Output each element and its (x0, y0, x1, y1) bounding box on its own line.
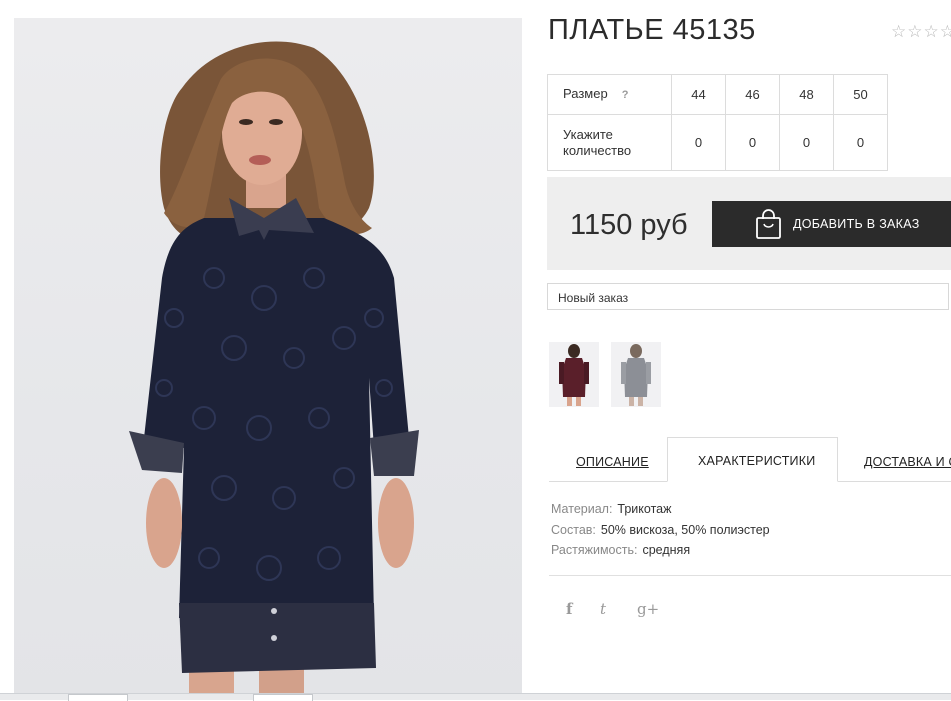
size-50: 50 (833, 74, 888, 115)
spec-stretch: Растяжимость: средняя (551, 543, 690, 557)
shopping-bag-icon (755, 209, 782, 242)
quantity-row: Укажите количество 0 0 0 0 (547, 114, 888, 171)
spec-stretch-key: Растяжимость: (551, 543, 638, 557)
price: 1150 руб (570, 209, 688, 241)
size-44: 44 (671, 74, 726, 115)
taskbar-tab[interactable] (253, 694, 313, 701)
quantity-input-48[interactable]: 0 (779, 114, 834, 171)
social-divider (549, 575, 951, 576)
spec-material: Материал: Трикотаж (551, 502, 671, 516)
twitter-icon[interactable]: t (600, 600, 606, 618)
spec-composition: Состав: 50% вискоза, 50% полиэстер (551, 523, 770, 537)
thumbnail-burgundy[interactable] (549, 342, 599, 407)
spec-composition-value: 50% вискоза, 50% полиэстер (600, 523, 770, 537)
thumbnail-grey[interactable] (611, 342, 661, 407)
quantity-input-46[interactable]: 0 (725, 114, 780, 171)
product-main-image[interactable] (14, 18, 522, 699)
facebook-icon[interactable]: f (566, 600, 572, 618)
size-quantity-table: Размер? 44 46 48 50 Укажите количество 0… (547, 74, 888, 171)
size-row: Размер? 44 46 48 50 (547, 74, 888, 115)
quantity-label: Укажите количество (547, 114, 672, 171)
tab-characteristics-label: ХАРАКТЕРИСТИКИ (698, 454, 816, 468)
add-to-order-label: ДОБАВИТЬ В ЗАКАЗ (793, 217, 920, 231)
taskbar-tab[interactable] (68, 694, 128, 701)
tab-delivery[interactable]: ДОСТАВКА И О (864, 455, 951, 469)
rating-stars-icon[interactable]: ☆☆☆☆ (891, 22, 951, 42)
tab-characteristics[interactable]: ХАРАКТЕРИСТИКИ (667, 437, 838, 482)
size-label-cell: Размер? (547, 74, 672, 115)
quantity-input-44[interactable]: 0 (671, 114, 726, 171)
size-46: 46 (725, 74, 780, 115)
order-select-value: Новый заказ (558, 291, 629, 305)
size-label: Размер (563, 86, 608, 101)
spec-material-key: Материал: (551, 502, 613, 516)
googleplus-icon[interactable]: g+ (637, 600, 659, 618)
add-to-order-button[interactable]: ДОБАВИТЬ В ЗАКАЗ (712, 201, 951, 247)
product-title: ПЛАТЬЕ 45135 (548, 14, 756, 46)
quantity-input-50[interactable]: 0 (833, 114, 888, 171)
spec-material-value: Трикотаж (617, 502, 672, 516)
spec-composition-key: Состав: (551, 523, 596, 537)
tab-description[interactable]: ОПИСАНИЕ (576, 455, 649, 469)
spec-stretch-value: средняя (642, 543, 691, 557)
price-box: 1150 руб ДОБАВИТЬ В ЗАКАЗ (547, 177, 951, 270)
size-48: 48 (779, 74, 834, 115)
size-help-icon[interactable]: ? (622, 89, 629, 101)
order-select[interactable]: Новый заказ (547, 283, 949, 310)
